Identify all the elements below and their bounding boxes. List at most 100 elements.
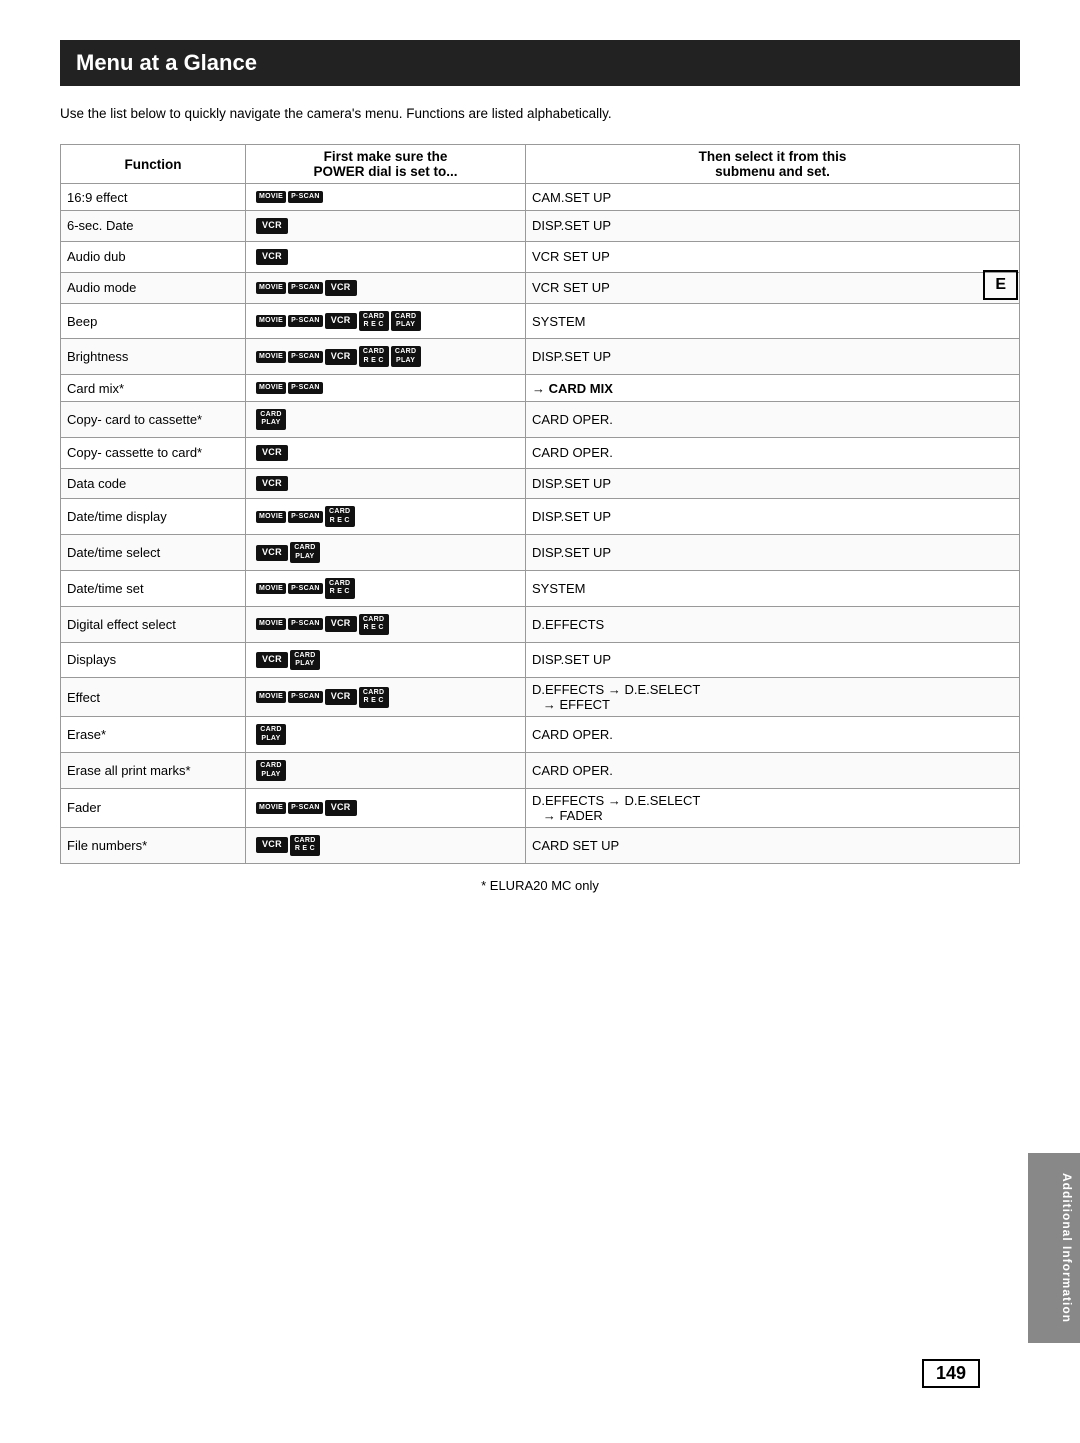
function-cell: Copy- card to cassette* — [61, 401, 246, 437]
submenu-cell: → CARD MIX — [526, 375, 1020, 402]
submenu-cell: CARD SET UP — [526, 827, 1020, 863]
badge-p-scan: P·SCAN — [288, 618, 323, 630]
function-cell: File numbers* — [61, 827, 246, 863]
submenu-cell: CARD OPER. — [526, 437, 1020, 468]
badge-card-rec: CARDR E C — [359, 346, 389, 367]
badge-movie: MOVIE — [256, 583, 286, 595]
table-row: DisplaysVCRCARDPLAYDISP.SET UP — [61, 642, 1020, 678]
submenu-cell: CARD OPER. — [526, 717, 1020, 753]
power-badges-cell: MOVIEP·SCANCARDR E C — [246, 570, 526, 606]
badge-card-play: CARDPLAY — [290, 542, 320, 563]
table-row: 16:9 effectMOVIEP·SCANCAM.SET UP — [61, 184, 1020, 211]
main-table: Function First make sure the POWER dial … — [60, 144, 1020, 863]
badge-movie: MOVIE — [256, 691, 286, 703]
table-row: Date/time displayMOVIEP·SCANCARDR E CDIS… — [61, 499, 1020, 535]
table-row: Erase all print marks*CARDPLAYCARD OPER. — [61, 753, 1020, 789]
power-badges-cell: VCR — [246, 210, 526, 241]
power-badges-cell: MOVIEP·SCANVCRCARDR E CCARDPLAY — [246, 303, 526, 339]
badge-card-play: CARDPLAY — [391, 311, 421, 332]
function-cell: Beep — [61, 303, 246, 339]
power-badges-cell: VCR — [246, 468, 526, 499]
badge-movie: MOVIE — [256, 191, 286, 203]
badge-movie: MOVIE — [256, 351, 286, 363]
badge-vcr: VCR — [256, 476, 288, 492]
function-cell: Data code — [61, 468, 246, 499]
submenu-cell: D.EFFECTS → D.E.SELECT → EFFECT — [526, 678, 1020, 717]
table-row: Date/time selectVCRCARDPLAYDISP.SET UP — [61, 535, 1020, 571]
badge-card-play: CARDPLAY — [256, 409, 286, 430]
table-row: FaderMOVIEP·SCANVCRD.EFFECTS → D.E.SELEC… — [61, 788, 1020, 827]
submenu-cell: DISP.SET UP — [526, 642, 1020, 678]
badge-movie: MOVIE — [256, 511, 286, 523]
badge-movie: MOVIE — [256, 382, 286, 394]
badge-p-scan: P·SCAN — [288, 351, 323, 363]
power-badges-cell: VCRCARDPLAY — [246, 642, 526, 678]
badge-vcr: VCR — [256, 249, 288, 265]
power-badges-cell: MOVIEP·SCAN — [246, 184, 526, 211]
function-cell: Erase* — [61, 717, 246, 753]
badge-card-play: CARDPLAY — [256, 724, 286, 745]
submenu-cell: DISP.SET UP — [526, 210, 1020, 241]
col-header-submenu: Then select it from this submenu and set… — [526, 145, 1020, 184]
function-cell: Date/time select — [61, 535, 246, 571]
col-header-power: First make sure the POWER dial is set to… — [246, 145, 526, 184]
function-cell: Effect — [61, 678, 246, 717]
function-cell: Audio dub — [61, 241, 246, 272]
power-badges-cell: MOVIEP·SCANVCRCARDR E C — [246, 606, 526, 642]
badge-vcr: VCR — [325, 616, 357, 632]
badge-movie: MOVIE — [256, 315, 286, 327]
badge-card-rec: CARDR E C — [325, 578, 355, 599]
power-badges-cell: MOVIEP·SCANVCR — [246, 788, 526, 827]
badge-vcr: VCR — [325, 349, 357, 365]
function-cell: Date/time display — [61, 499, 246, 535]
function-cell: Fader — [61, 788, 246, 827]
badge-vcr: VCR — [325, 280, 357, 296]
submenu-cell: CAM.SET UP — [526, 184, 1020, 211]
function-cell: Date/time set — [61, 570, 246, 606]
table-row: Erase* CARDPLAY CARD OPER. — [61, 717, 1020, 753]
function-cell: Brightness — [61, 339, 246, 375]
function-cell: Digital effect select — [61, 606, 246, 642]
badge-vcr: VCR — [325, 689, 357, 705]
footer-note: * ELURA20 MC only — [60, 878, 1020, 893]
table-row: Data codeVCRDISP.SET UP — [61, 468, 1020, 499]
badge-p-scan: P·SCAN — [288, 802, 323, 814]
submenu-cell: SYSTEM — [526, 570, 1020, 606]
power-badges-cell: MOVIEP·SCANVCR — [246, 272, 526, 303]
table-row: Copy- card to cassette*CARDPLAYCARD OPER… — [61, 401, 1020, 437]
power-badges-cell: MOVIEP·SCAN — [246, 375, 526, 402]
submenu-cell: CARD OPER. — [526, 753, 1020, 789]
additional-info-sidebar: Additional Information — [1028, 1153, 1080, 1343]
submenu-cell: D.EFFECTS — [526, 606, 1020, 642]
power-badges-cell: MOVIEP·SCANVCRCARDR E C — [246, 678, 526, 717]
badge-movie: MOVIE — [256, 282, 286, 294]
badge-p-scan: P·SCAN — [288, 691, 323, 703]
e-label: E — [983, 270, 1018, 300]
badge-p-scan: P·SCAN — [288, 191, 323, 203]
function-cell: Card mix* — [61, 375, 246, 402]
table-row: Copy- cassette to card*VCRCARD OPER. — [61, 437, 1020, 468]
badge-card-rec: CARDR E C — [325, 506, 355, 527]
function-cell: Erase all print marks* — [61, 753, 246, 789]
power-badges-cell: VCRCARDR E C — [246, 827, 526, 863]
power-badges-cell: MOVIEP·SCANVCRCARDR E CCARDPLAY — [246, 339, 526, 375]
badge-p-scan: P·SCAN — [288, 511, 323, 523]
table-row: BeepMOVIEP·SCANVCRCARDR E CCARDPLAYSYSTE… — [61, 303, 1020, 339]
function-cell: Audio mode — [61, 272, 246, 303]
submenu-cell: VCR SET UP — [526, 241, 1020, 272]
badge-vcr: VCR — [256, 837, 288, 853]
submenu-cell: SYSTEM — [526, 303, 1020, 339]
table-row: 6-sec. Date VCR DISP.SET UP — [61, 210, 1020, 241]
submenu-cell: DISP.SET UP — [526, 339, 1020, 375]
col-header-function: Function — [61, 145, 246, 184]
badge-p-scan: P·SCAN — [288, 583, 323, 595]
badge-vcr: VCR — [325, 313, 357, 329]
badge-vcr: VCR — [256, 218, 288, 234]
function-cell: Copy- cassette to card* — [61, 437, 246, 468]
badge-p-scan: P·SCAN — [288, 315, 323, 327]
function-cell: 6-sec. Date — [61, 210, 246, 241]
badge-vcr: VCR — [256, 652, 288, 668]
table-row: EffectMOVIEP·SCANVCRCARDR E CD.EFFECTS →… — [61, 678, 1020, 717]
submenu-cell: D.EFFECTS → D.E.SELECT → FADER — [526, 788, 1020, 827]
badge-card-play: CARDPLAY — [290, 650, 320, 671]
